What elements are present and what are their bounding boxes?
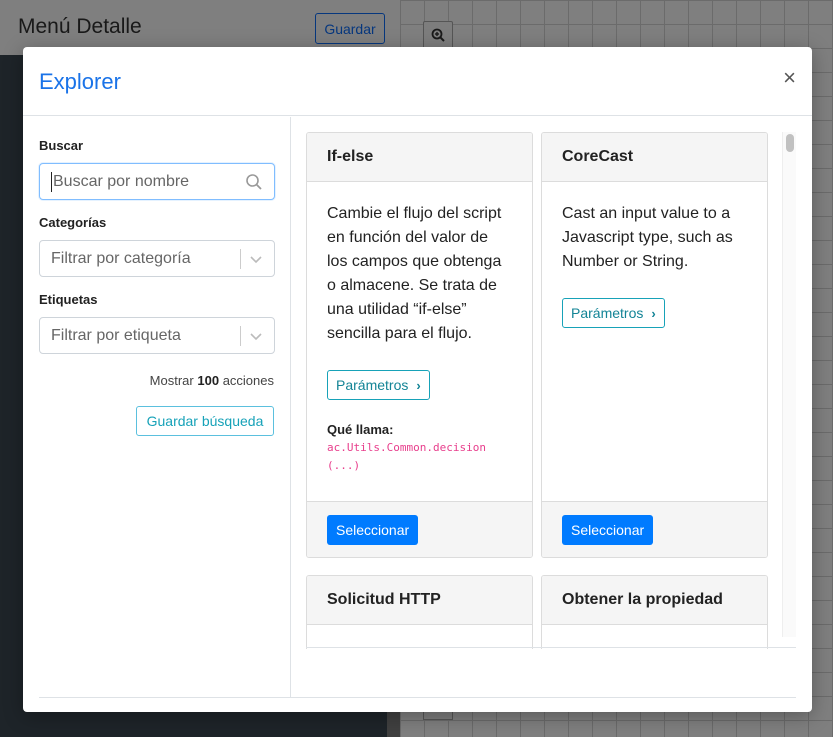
scrollbar-thumb[interactable] [786, 134, 794, 152]
search-input[interactable]: Buscar por nombre [39, 163, 275, 200]
categories-label: Categorías [39, 215, 107, 230]
modal-header: Explorer × [23, 47, 812, 116]
calls-label: Qué llama: [327, 422, 394, 437]
card-title: If-else [307, 133, 532, 182]
card-footer: Seleccionar [307, 501, 532, 557]
action-card: CoreCast Cast an input value to a Javasc… [541, 132, 768, 558]
chevron-right-icon: › [651, 305, 656, 321]
filter-sidebar: Buscar Buscar por nombre Categorías Filt… [23, 117, 291, 697]
card-title: Obtener la propiedad [542, 576, 767, 625]
parameters-label: Parámetros [571, 305, 644, 321]
categories-select[interactable]: Filtrar por categoría [39, 240, 275, 277]
tags-select[interactable]: Filtrar por etiqueta [39, 317, 275, 354]
action-card: Obtener la propiedad [541, 575, 768, 649]
action-card: Solicitud HTTP [306, 575, 533, 649]
tags-label: Etiquetas [39, 292, 98, 307]
results-scrollbar[interactable] [782, 132, 796, 637]
card-description: Cast an input value to a Javascript type… [562, 205, 733, 270]
search-icon [246, 173, 262, 190]
parameters-label: Parámetros [336, 377, 409, 393]
search-label: Buscar [39, 138, 84, 153]
card-body: Cambie el flujo del script en función de… [307, 182, 532, 475]
card-description: Cambie el flujo del script en función de… [327, 205, 502, 342]
modal-title: Explorer [39, 69, 121, 94]
explorer-modal: Explorer × Buscar Buscar por nombre Cate… [23, 47, 812, 712]
card-title: CoreCast [542, 133, 767, 182]
results-count-suffix: acciones [222, 373, 274, 388]
results-count-prefix: Mostrar [149, 373, 194, 388]
close-icon[interactable]: × [783, 67, 796, 89]
chevron-down-icon[interactable] [249, 252, 263, 266]
modal-footer-divider [39, 697, 796, 698]
select-separator [240, 325, 241, 346]
action-card: If-else Cambie el flujo del script en fu… [306, 132, 533, 558]
select-button[interactable]: Seleccionar [562, 514, 654, 545]
calls-code: ac.Utils.Common.decision(...) [327, 441, 486, 472]
results-count-value: 100 [197, 373, 220, 388]
results-divider [306, 647, 796, 648]
card-body: Cast an input value to a Javascript type… [542, 182, 767, 328]
parameters-button[interactable]: Parámetros › [327, 370, 430, 400]
tags-placeholder: Filtrar por etiqueta [51, 326, 181, 344]
save-search-button[interactable]: Guardar búsqueda [136, 406, 274, 436]
chevron-down-icon[interactable] [249, 329, 263, 343]
categories-placeholder: Filtrar por categoría [51, 249, 191, 267]
chevron-right-icon: › [416, 377, 421, 393]
card-title: Solicitud HTTP [307, 576, 532, 625]
results-count: Mostrar 100 acciones [150, 373, 274, 388]
select-separator [240, 248, 241, 269]
parameters-button[interactable]: Parámetros › [562, 298, 665, 328]
select-button[interactable]: Seleccionar [327, 514, 419, 545]
card-footer: Seleccionar [542, 501, 767, 557]
action-results: If-else Cambie el flujo del script en fu… [306, 132, 796, 649]
search-placeholder: Buscar por nombre [53, 172, 190, 190]
text-cursor [51, 171, 52, 192]
